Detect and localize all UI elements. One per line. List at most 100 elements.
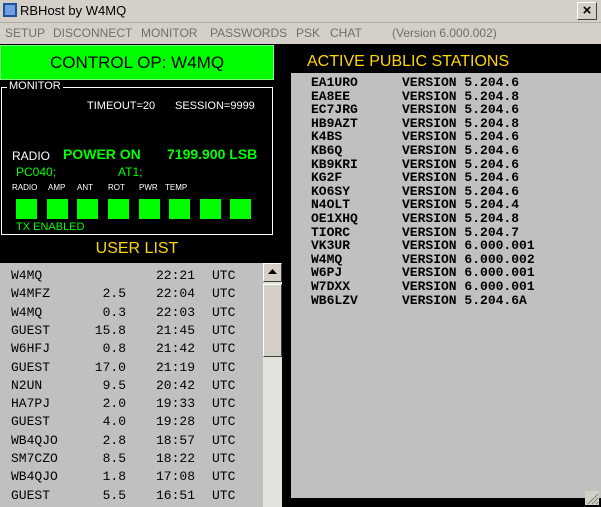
user-timezone: UTC: [212, 432, 236, 448]
station-row[interactable]: WB6LZV VERSION 5.204.6A: [291, 292, 601, 308]
scroll-up-button[interactable]: [263, 263, 282, 282]
user-time: 21:42: [156, 341, 196, 357]
user-list-row[interactable]: W4MFZ 2.5 22:04 UTC: [0, 285, 262, 303]
user-list[interactable]: W4MQ 22:21 UTC W4MFZ 2.5 22:04 UTC W4MQ 0.3 22:03…: [0, 263, 282, 507]
user-distance: 1.8: [102, 469, 126, 485]
menu-bar: SETUP DISCONNECT MONITOR PASSWORDS PSK C…: [0, 23, 601, 43]
user-callsign: GUEST: [11, 322, 51, 338]
station-row[interactable]: W6PJ VERSION 6.000.001: [291, 265, 601, 280]
user-time: 19:33: [156, 396, 196, 412]
indicator-label-amp: AMP: [48, 183, 66, 192]
indicator-label-radio: RADIO: [12, 183, 38, 192]
indicator-led: [16, 199, 37, 219]
station-row[interactable]: EC7JRG VERSION 5.204.6: [291, 102, 601, 117]
timeout-value: TIMEOUT=20: [87, 100, 156, 112]
user-timezone: UTC: [212, 414, 236, 430]
user-list-row[interactable]: N2UN 9.5 20:42 UTC: [0, 377, 262, 395]
indicator-led: [230, 199, 251, 219]
frequency-readout: 7199.900 LSB: [167, 146, 258, 162]
indicator-led: [47, 199, 68, 219]
station-row[interactable]: TIORC VERSION 5.204.7: [291, 225, 601, 240]
user-distance: 15.8: [94, 322, 126, 338]
user-timezone: UTC: [212, 268, 236, 283]
scroll-thumb[interactable]: [263, 284, 282, 357]
monitor-legend: MONITOR: [7, 80, 63, 92]
user-distance: 0.8: [102, 341, 126, 357]
user-distance: 0.3: [102, 304, 126, 320]
user-distance: 4.0: [102, 414, 126, 430]
user-distance: 2.0: [102, 396, 126, 412]
indicator-led: [108, 199, 129, 219]
station-row[interactable]: KO6SY VERSION 5.204.6: [291, 184, 601, 199]
station-row[interactable]: VK3UR VERSION 6.000.001: [291, 238, 601, 253]
menu-chat[interactable]: CHAT: [330, 26, 362, 40]
user-time: 16:51: [156, 487, 196, 503]
indicator-label-temp: TEMP: [165, 183, 188, 192]
menu-passwords[interactable]: PASSWORDS: [210, 26, 287, 40]
at-command: AT1;: [118, 165, 143, 179]
title-bar[interactable]: RBHost by W4MQ ×: [0, 0, 601, 23]
menu-monitor[interactable]: MONITOR: [141, 26, 197, 40]
station-row[interactable]: W7DXX VERSION 6.000.001: [291, 279, 601, 294]
version-label: (Version 6.000.002): [392, 26, 497, 40]
user-list-row[interactable]: WB4QJO 1.8 17:08 UTC: [0, 468, 262, 486]
station-version: VERSION 5.204.6A: [402, 292, 527, 308]
user-timezone: UTC: [212, 377, 236, 393]
user-time: 19:28: [156, 414, 196, 430]
indicator-led: [169, 199, 190, 219]
user-list-row[interactable]: WB4QJO 2.8 18:57 UTC: [0, 432, 262, 450]
station-row[interactable]: K4BS VERSION 5.204.6: [291, 129, 601, 144]
user-distance: 2.5: [102, 286, 126, 302]
close-button[interactable]: ×: [577, 2, 597, 20]
user-list-row[interactable]: W4MQ 0.3 22:03 UTC: [0, 304, 262, 322]
user-list-row[interactable]: GUEST 17.0 21:19 UTC: [0, 359, 262, 377]
active-stations-list[interactable]: EA1URO VERSION 5.204.6 EA8EE VERSION 5.204.…: [291, 73, 601, 498]
menu-disconnect[interactable]: DISCONNECT: [53, 26, 132, 40]
up-arrow-icon: [268, 269, 277, 274]
user-distance: 5.5: [102, 487, 126, 503]
user-callsign: SM7CZO: [11, 451, 58, 466]
session-value: SESSION=9999: [175, 100, 255, 112]
user-callsign: GUEST: [11, 487, 51, 503]
station-row[interactable]: KB9KRI VERSION 5.204.6: [291, 157, 601, 172]
user-list-row[interactable]: GUEST 15.8 21:45 UTC: [0, 322, 262, 340]
user-time: 20:42: [156, 377, 196, 393]
indicator-led: [200, 199, 221, 219]
menu-setup[interactable]: SETUP: [5, 26, 45, 40]
station-row[interactable]: KG2F VERSION 5.204.6: [291, 170, 601, 185]
station-row[interactable]: EA8EE VERSION 5.204.8: [291, 89, 601, 104]
station-row[interactable]: OE1XHQ VERSION 5.204.8: [291, 211, 601, 226]
user-list-row[interactable]: W6HFJ 0.8 21:42 UTC: [0, 340, 262, 358]
user-callsign: W4MFZ: [11, 286, 51, 302]
station-row[interactable]: N4OLT VERSION 5.204.4: [291, 197, 601, 212]
user-time: 21:45: [156, 322, 196, 338]
station-row[interactable]: W4MQ VERSION 6.000.002: [291, 252, 601, 267]
radio-label: RADIO: [12, 149, 51, 163]
user-callsign: W4MQ: [11, 304, 43, 320]
window-title: RBHost by W4MQ: [20, 3, 127, 18]
resize-grip-icon[interactable]: [585, 491, 599, 505]
user-distance: 9.5: [102, 377, 126, 393]
user-timezone: UTC: [212, 359, 236, 375]
user-list-row[interactable]: GUEST 5.5 16:51 UTC: [0, 487, 262, 505]
user-list-row[interactable]: SM7CZO 8.5 18:22 UTC: [0, 450, 262, 468]
user-timezone: UTC: [212, 341, 236, 357]
user-callsign: W6HFJ: [11, 341, 51, 357]
station-row[interactable]: KB6Q VERSION 5.204.6: [291, 143, 601, 158]
user-callsign: N2UN: [11, 377, 43, 393]
user-list-row[interactable]: W4MQ 22:21 UTC: [0, 267, 262, 285]
user-timezone: UTC: [212, 469, 236, 485]
power-status: POWER ON: [63, 146, 141, 162]
user-callsign: GUEST: [11, 359, 51, 375]
user-list-row[interactable]: GUEST 4.0 19:28 UTC: [0, 413, 262, 431]
station-row[interactable]: HB9AZT VERSION 5.204.8: [291, 116, 601, 131]
user-callsign: WB4QJO: [11, 432, 58, 448]
control-op-banner: CONTROL OP: W4MQ: [0, 45, 274, 80]
tx-status: TX ENABLED: [16, 221, 85, 233]
user-list-row[interactable]: HA7PJ 2.0 19:33 UTC: [0, 395, 262, 413]
menu-psk[interactable]: PSK: [296, 26, 320, 40]
user-time: 22:04: [156, 286, 196, 302]
station-row[interactable]: EA1URO VERSION 5.204.6: [291, 75, 601, 90]
user-timezone: UTC: [212, 322, 236, 338]
user-timezone: UTC: [212, 451, 236, 466]
